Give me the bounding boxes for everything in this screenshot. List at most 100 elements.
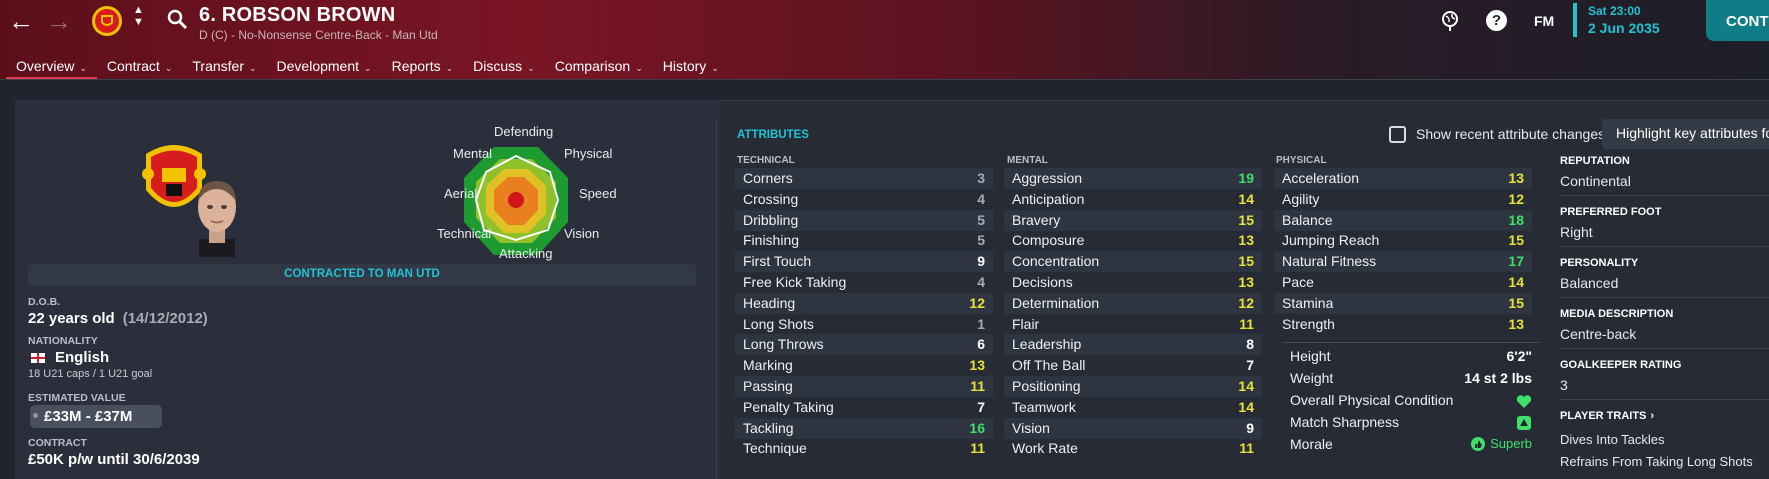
attribute-row-flair[interactable]: Flair 11 [1004, 314, 1262, 335]
tab-label: Discuss [473, 58, 523, 74]
search-icon[interactable] [166, 8, 188, 30]
forward-arrow-icon[interactable]: → [46, 6, 72, 36]
weight-label: Weight [1290, 370, 1334, 386]
reputation-block: REPUTATION Continental [1560, 152, 1769, 196]
attribute-name: Decisions [1012, 274, 1073, 290]
sharpness-icon[interactable] [1517, 416, 1531, 430]
back-arrow-icon[interactable]: ← [8, 6, 34, 36]
nationality-value[interactable]: English [31, 349, 109, 366]
morale-text: Superb [1490, 436, 1532, 451]
attribute-row-vision[interactable]: Vision 9 [1004, 417, 1262, 439]
attribute-row-concentration[interactable]: Concentration 15 [1004, 251, 1262, 273]
attribute-value: 5 [977, 232, 985, 249]
attribute-row-anticipation[interactable]: Anticipation 14 [1004, 189, 1262, 210]
tab-development[interactable]: Development ⌄ [267, 56, 382, 80]
height-row: Height 6'2" [1282, 346, 1540, 368]
attribute-row-technique[interactable]: Technique 11 [735, 438, 993, 459]
attribute-row-stamina[interactable]: Stamina 15 [1274, 292, 1532, 314]
fm-menu-button[interactable]: FM [1534, 13, 1554, 29]
attributes-title: ATTRIBUTES [737, 129, 809, 141]
continue-button[interactable]: CONT [1706, 0, 1769, 41]
morale-label: Morale [1290, 436, 1333, 452]
tab-overview[interactable]: Overview ⌄ [6, 56, 97, 80]
contract-label: CONTRACT [28, 437, 87, 449]
attribute-row-strength[interactable]: Strength 13 [1274, 314, 1532, 335]
tab-reports[interactable]: Reports ⌄ [382, 56, 464, 80]
attribute-row-balance[interactable]: Balance 18 [1274, 209, 1532, 231]
show-changes-label[interactable]: Show recent attribute changes [1416, 126, 1605, 142]
tab-label: Contract [106, 58, 160, 74]
attribute-row-long-shots[interactable]: Long Shots 1 [735, 314, 993, 335]
show-changes-checkbox[interactable] [1389, 126, 1406, 143]
attribute-row-heading[interactable]: Heading 12 [735, 292, 993, 314]
attribute-row-tackling[interactable]: Tackling 16 [735, 417, 993, 439]
attribute-row-pace[interactable]: Pace 14 [1274, 272, 1532, 293]
attribute-value: 13 [1508, 170, 1524, 186]
tab-label: Transfer [192, 58, 244, 74]
attribute-value: 4 [977, 274, 985, 290]
attribute-row-leadership[interactable]: Leadership 8 [1004, 334, 1262, 356]
attribute-value: 1 [977, 315, 985, 332]
attribute-value: 9 [977, 253, 985, 270]
attribute-row-corners[interactable]: Corners 3 [735, 168, 993, 189]
globe-icon[interactable] [1440, 10, 1460, 32]
attribute-row-finishing[interactable]: Finishing 5 [735, 230, 993, 251]
attribute-row-agility[interactable]: Agility 12 [1274, 189, 1532, 210]
attribute-value: 13 [1238, 274, 1254, 290]
attribute-row-passing[interactable]: Passing 11 [735, 376, 993, 397]
condition-label: Overall Physical Condition [1290, 392, 1454, 408]
attribute-value: 19 [1238, 170, 1254, 186]
help-icon[interactable]: ? [1486, 10, 1507, 31]
morale-value[interactable]: Superb [1471, 436, 1532, 451]
attribute-row-aggression[interactable]: Aggression 19 [1004, 168, 1262, 189]
attribute-value: 14 [1238, 378, 1254, 394]
attribute-value: 17 [1508, 253, 1524, 270]
attribute-row-work-rate[interactable]: Work Rate 11 [1004, 438, 1262, 459]
attribute-value: 12 [969, 294, 985, 311]
value-label: ESTIMATED VALUE [28, 392, 126, 404]
tab-label: Development [276, 58, 360, 74]
media-description-label: MEDIA DESCRIPTION [1560, 308, 1674, 320]
attribute-name: Natural Fitness [1282, 253, 1377, 270]
attribute-row-determination[interactable]: Determination 12 [1004, 292, 1262, 314]
radar-label-physical: Physical [564, 146, 613, 161]
attribute-row-decisions[interactable]: Decisions 13 [1004, 272, 1262, 293]
attribute-row-acceleration[interactable]: Acceleration 13 [1274, 168, 1532, 189]
attribute-name: Composure [1012, 232, 1085, 249]
attribute-value: 11 [1239, 315, 1254, 332]
personality-label: PERSONALITY [1560, 257, 1639, 269]
attribute-row-dribbling[interactable]: Dribbling 5 [735, 209, 993, 231]
attribute-row-free-kick-taking[interactable]: Free Kick Taking 4 [735, 272, 993, 293]
attribute-name: Positioning [1012, 378, 1081, 394]
attribute-row-natural-fitness[interactable]: Natural Fitness 17 [1274, 251, 1532, 273]
attribute-name: Finishing [743, 232, 800, 249]
attribute-row-composure[interactable]: Composure 13 [1004, 230, 1262, 251]
attribute-row-bravery[interactable]: Bravery 15 [1004, 209, 1262, 231]
tab-transfer[interactable]: Transfer ⌄ [182, 56, 266, 80]
attribute-row-positioning[interactable]: Positioning 14 [1004, 376, 1262, 397]
tab-comparison[interactable]: Comparison ⌄ [545, 56, 653, 80]
attribute-value: 18 [1508, 211, 1524, 228]
age-text: 22 years old [28, 310, 115, 327]
estimated-value-badge[interactable]: £33M - £37M [30, 405, 162, 428]
preferred-foot-block: PREFERRED FOOT Right [1560, 203, 1769, 247]
tab-history[interactable]: History ⌄ [653, 56, 729, 80]
highlight-key-attributes-button[interactable]: Highlight key attributes fo [1602, 119, 1769, 149]
attribute-row-crossing[interactable]: Crossing 4 [735, 189, 993, 210]
heart-icon[interactable] [1516, 394, 1532, 409]
player-traits-link[interactable]: PLAYER TRAITS › [1560, 410, 1654, 422]
attribute-name: Dribbling [743, 211, 799, 228]
tab-contract[interactable]: Contract ⌄ [97, 56, 182, 80]
attribute-row-long-throws[interactable]: Long Throws 6 [735, 334, 993, 356]
attribute-row-marking[interactable]: Marking 13 [735, 355, 993, 376]
player-title: 6. ROBSON BROWN [199, 4, 396, 26]
attribute-row-teamwork[interactable]: Teamwork 14 [1004, 397, 1262, 418]
attribute-row-off-the-ball[interactable]: Off The Ball 7 [1004, 355, 1262, 376]
club-crest-icon[interactable] [90, 4, 124, 38]
tab-discuss[interactable]: Discuss ⌄ [463, 56, 545, 80]
attribute-row-jumping-reach[interactable]: Jumping Reach 15 [1274, 230, 1532, 251]
player-switch-icon[interactable]: ▲ ▼ [133, 4, 144, 28]
attribute-row-penalty-taking[interactable]: Penalty Taking 7 [735, 397, 993, 418]
attribute-row-first-touch[interactable]: First Touch 9 [735, 251, 993, 273]
chevron-down-icon: ⌄ [711, 63, 719, 73]
